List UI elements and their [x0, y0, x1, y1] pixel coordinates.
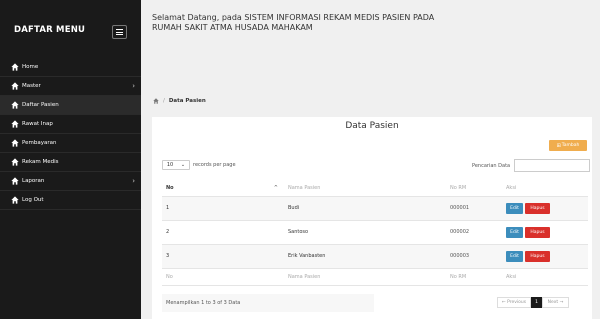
hamburger-icon: [116, 29, 123, 30]
home-icon: [11, 177, 19, 185]
home-icon: [11, 82, 19, 90]
home-icon[interactable]: [153, 98, 159, 104]
table-row: 3 Erik Vanbasten 000003 Edit Hapus: [162, 244, 588, 269]
page-length-label: records per page: [193, 162, 236, 168]
sidebar-item-label: Pembayaran: [22, 140, 57, 146]
menu-toggle-button[interactable]: [112, 25, 127, 39]
sidebar-item-pembayaran[interactable]: Pembayaran: [0, 134, 141, 153]
breadcrumb-separator: /: [163, 98, 165, 104]
cell-no: 1: [162, 196, 284, 221]
footer-header-no: No: [162, 268, 284, 286]
sidebar-item-rekam-medis[interactable]: Rekam Medis: [0, 153, 141, 172]
home-icon: [11, 63, 19, 71]
column-header-no[interactable]: No ^: [162, 181, 284, 197]
cell-rm: 000001: [446, 196, 502, 221]
edit-button[interactable]: Edit: [506, 202, 523, 214]
footer-header-nama: Nama Pasien: [284, 268, 446, 286]
home-icon: [11, 196, 19, 204]
edit-button[interactable]: Edit: [506, 250, 523, 262]
table-footer-row: No Nama Pasien No RM Aksi: [162, 268, 588, 286]
column-header-rm[interactable]: No RM: [446, 181, 502, 197]
table-row: 1 Budi 000001 Edit Hapus: [162, 196, 588, 221]
delete-button[interactable]: Hapus: [525, 202, 550, 214]
sidebar-item-label: Rawat Inap: [22, 121, 53, 127]
footer-header-rm: No RM: [446, 268, 502, 286]
welcome-heading: Selamat Datang, pada SISTEM INFORMASI RE…: [152, 13, 435, 32]
sidebar-item-label: Daftar Pasien: [22, 102, 59, 108]
table-info: Menampilkan 1 to 3 of 3 Data: [162, 294, 374, 312]
chevron-right-icon: ›: [132, 82, 135, 90]
breadcrumb: / Data Pasien: [153, 98, 206, 104]
add-button[interactable]: ⊞ Tambah: [549, 140, 587, 151]
prev-page-button[interactable]: ← Previous: [497, 297, 531, 308]
column-header-aksi: Aksi: [502, 181, 588, 197]
sort-asc-icon: ^: [273, 185, 278, 192]
home-icon: [11, 158, 19, 166]
patients-table: No ^ Nama Pasien No RM Aksi 1 Budi 000001…: [162, 181, 588, 286]
plus-icon: ⊞: [556, 142, 561, 149]
table-header-row: No ^ Nama Pasien No RM Aksi: [162, 181, 588, 197]
cell-no: 2: [162, 220, 284, 245]
sidebar-nav: Home Master › Daftar Pasien Rawat Inap P…: [0, 58, 141, 210]
page-length-control: 10 ⌄ records per page: [162, 160, 236, 170]
cell-rm: 000002: [446, 220, 502, 245]
sidebar-item-label: Home: [22, 64, 39, 70]
home-icon: [11, 139, 19, 147]
cell-rm: 000003: [446, 244, 502, 269]
home-icon: [11, 120, 19, 128]
data-panel: Data Pasien ⊞ Tambah 10 ⌄ records per pa…: [152, 117, 592, 319]
sidebar-item-label: Master: [22, 83, 41, 89]
page-button-current[interactable]: 1: [531, 297, 542, 308]
search-label: Pencarian Data: [472, 162, 511, 169]
cell-nama: Erik Vanbasten: [284, 244, 446, 269]
sidebar-item-label: Rekam Medis: [22, 159, 59, 165]
edit-button[interactable]: Edit: [506, 226, 523, 238]
sidebar-item-home[interactable]: Home: [0, 58, 141, 77]
next-page-button[interactable]: Next →: [542, 297, 569, 308]
page-length-select[interactable]: 10 ⌄: [162, 160, 190, 170]
delete-button[interactable]: Hapus: [525, 250, 550, 262]
column-header-nama[interactable]: Nama Pasien: [284, 181, 446, 197]
cell-no: 3: [162, 244, 284, 269]
sidebar-item-label: Laporan: [22, 178, 45, 184]
cell-aksi: Edit Hapus: [502, 220, 588, 245]
cell-aksi: Edit Hapus: [502, 196, 588, 221]
chevron-down-icon: ⌄: [180, 162, 186, 168]
add-button-label: Tambah: [561, 143, 580, 148]
cell-nama: Santoso: [284, 220, 446, 245]
sidebar-brand: DAFTAR MENU: [14, 25, 86, 35]
sidebar-item-label: Log Out: [22, 197, 44, 203]
table-row: 2 Santoso 000002 Edit Hapus: [162, 220, 588, 245]
pagination: ← Previous 1 Next →: [497, 297, 569, 308]
chevron-right-icon: ›: [132, 177, 135, 185]
cell-aksi: Edit Hapus: [502, 244, 588, 269]
sidebar-item-laporan[interactable]: Laporan ›: [0, 172, 141, 191]
search-input[interactable]: [514, 159, 591, 172]
main-content: Selamat Datang, pada SISTEM INFORMASI RE…: [141, 0, 600, 319]
sidebar-item-master[interactable]: Master ›: [0, 77, 141, 96]
sidebar: DAFTAR MENU Home Master › Daftar Pasien …: [0, 0, 141, 319]
breadcrumb-current: Data Pasien: [168, 98, 206, 104]
delete-button[interactable]: Hapus: [525, 226, 550, 238]
panel-title: Data Pasien: [345, 121, 399, 131]
home-icon: [11, 101, 19, 109]
sidebar-item-log-out[interactable]: Log Out: [0, 191, 141, 210]
sidebar-item-daftar-pasien[interactable]: Daftar Pasien: [0, 96, 141, 115]
sidebar-item-rawat-inap[interactable]: Rawat Inap: [0, 115, 141, 134]
footer-header-aksi: Aksi: [502, 268, 588, 286]
search-control: Pencarian Data: [472, 159, 591, 172]
cell-nama: Budi: [284, 196, 446, 221]
